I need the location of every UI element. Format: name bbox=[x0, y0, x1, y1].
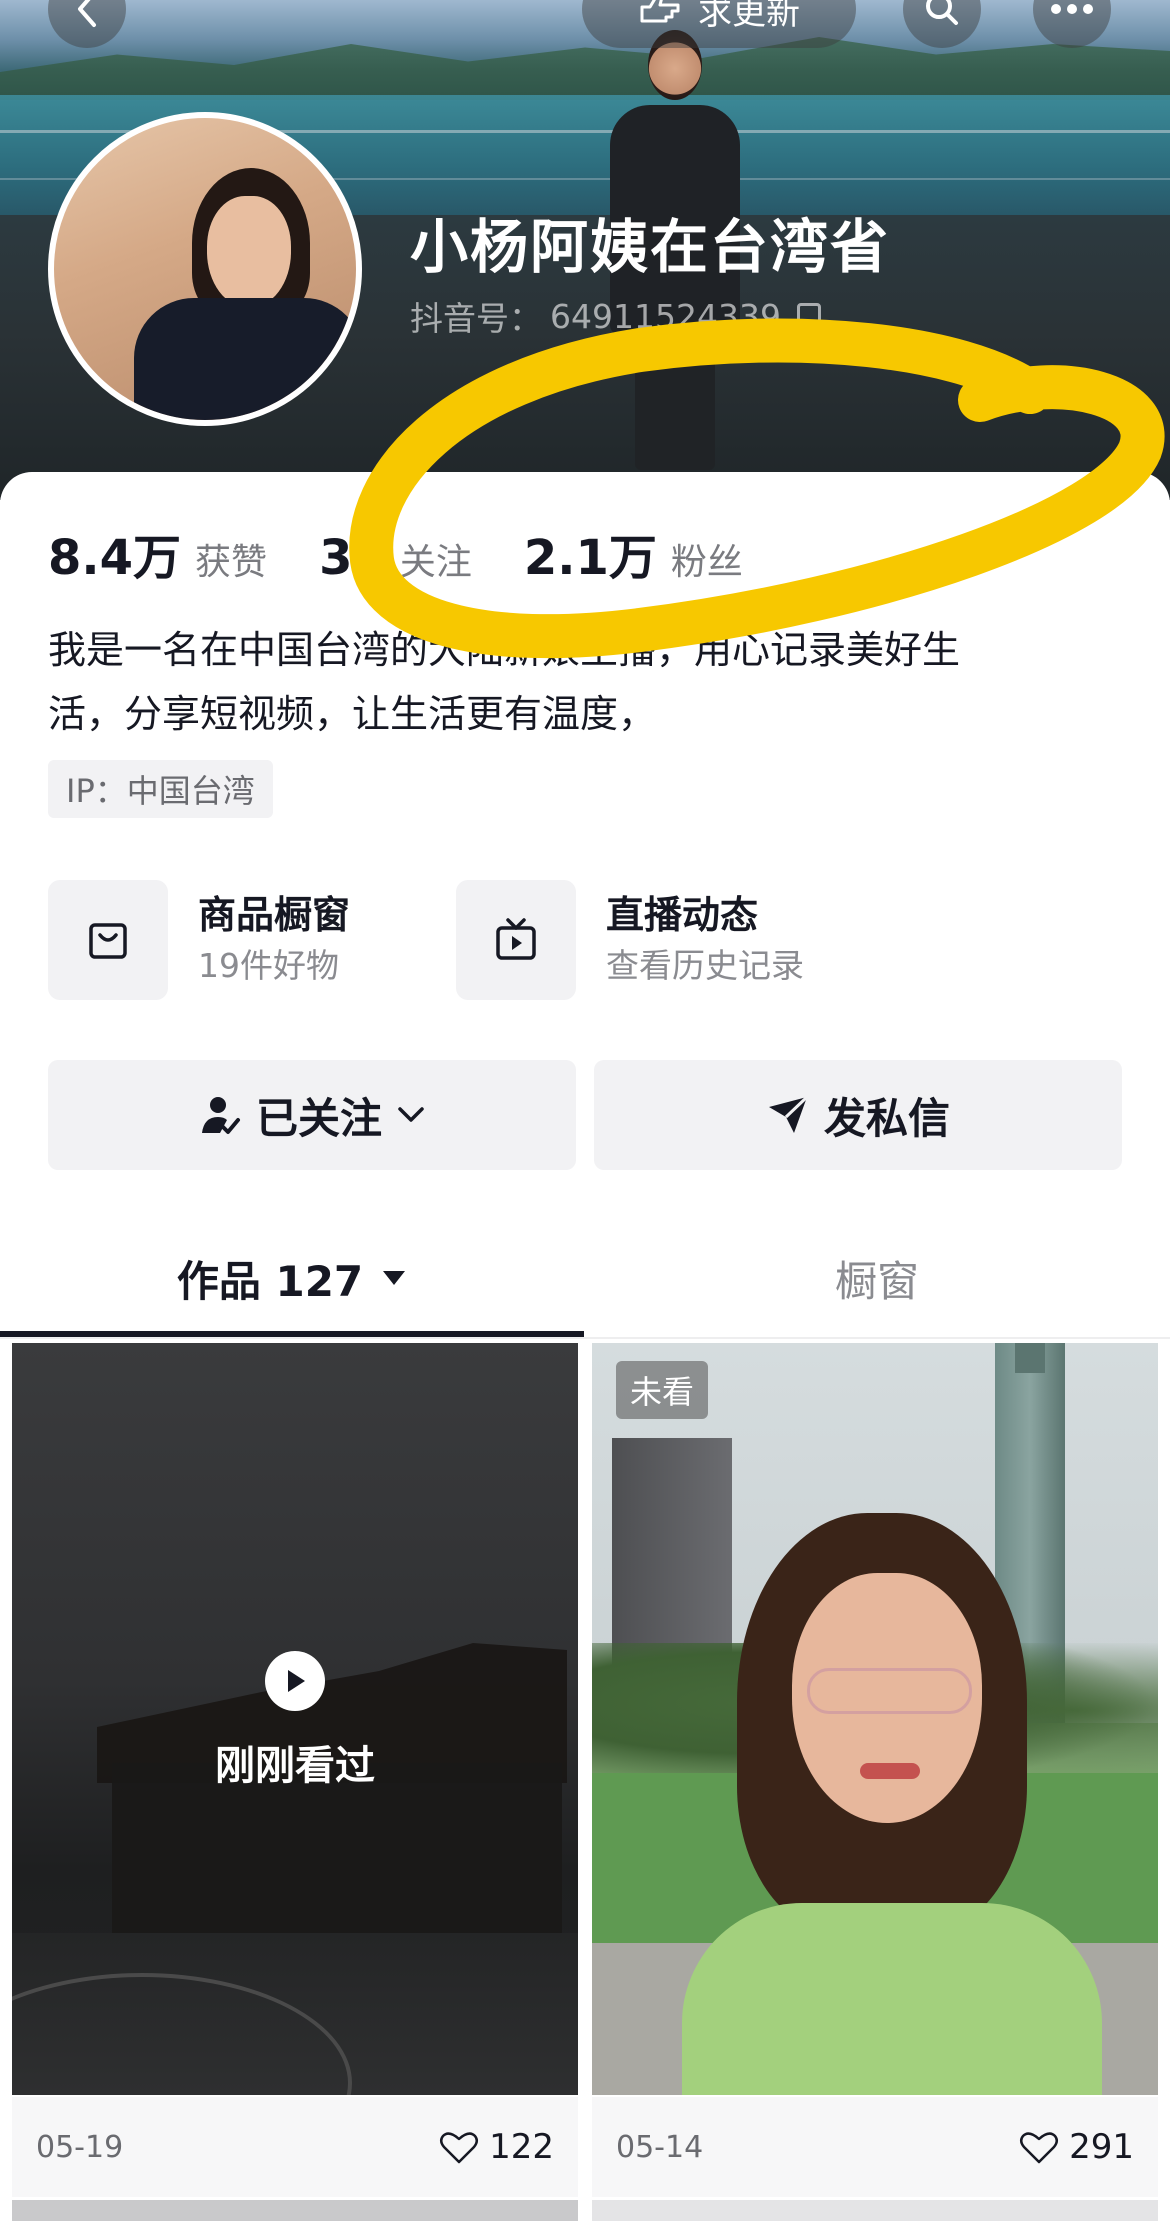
feature-product-window[interactable]: 商品橱窗 19件好物 bbox=[48, 880, 350, 1000]
tab-product-window[interactable]: 橱窗 bbox=[584, 1218, 1170, 1338]
heart-icon bbox=[440, 2132, 479, 2164]
send-message-label: 发私信 bbox=[823, 1093, 950, 1143]
bio-line-1: 我是一名在中国台湾的大陆新娘主播，用心记录美好生 bbox=[48, 628, 961, 672]
stats-row: 8.4万 获赞 35 关注 2.1万 粉丝 bbox=[48, 518, 795, 586]
search-button[interactable] bbox=[903, 0, 981, 48]
live-activity-subtitle: 查看历史记录 bbox=[606, 946, 804, 985]
next-video-card-peek bbox=[12, 2200, 578, 2221]
video-likes[interactable]: 122 bbox=[439, 2127, 554, 2167]
video-card[interactable]: 未看 bbox=[592, 1343, 1158, 2095]
avatar[interactable] bbox=[48, 112, 362, 426]
bio-line-2: 活，分享短视频，让生活更有温度， bbox=[48, 692, 657, 736]
stat-followers-label: 粉丝 bbox=[670, 542, 743, 583]
video-card[interactable]: 刚刚看过 bbox=[12, 1343, 578, 2095]
tab-works-label: 作品 127 bbox=[176, 1256, 364, 1306]
shop-icon-box bbox=[48, 880, 168, 1000]
search-icon bbox=[926, 0, 958, 25]
product-window-subtitle: 19件好物 bbox=[198, 946, 339, 985]
followed-label: 已关注 bbox=[255, 1093, 382, 1143]
stat-likes-value: 8.4万 bbox=[48, 530, 182, 586]
request-update-button[interactable]: 求更新 bbox=[582, 0, 856, 48]
chevron-down-icon bbox=[398, 1107, 424, 1122]
hand-point-icon bbox=[640, 0, 680, 23]
douyin-id-label: 抖音号： bbox=[410, 299, 542, 338]
video-meta: 05-19 122 bbox=[12, 2097, 578, 2197]
ip-location-tag: IP：中国台湾 bbox=[48, 760, 273, 818]
stat-likes[interactable]: 8.4万 获赞 bbox=[48, 518, 267, 588]
video-date: 05-19 bbox=[36, 2129, 124, 2165]
more-dots-icon bbox=[1051, 4, 1093, 14]
recently-watched-label: 刚刚看过 bbox=[215, 1743, 375, 1789]
unwatched-badge: 未看 bbox=[616, 1361, 709, 1419]
play-icon bbox=[265, 1651, 325, 1711]
video-thumb-glasses bbox=[807, 1668, 972, 1714]
douyin-id[interactable]: 抖音号： 64911524339 bbox=[410, 292, 821, 340]
profile-nickname: 小杨阿姨在台湾省 bbox=[410, 213, 891, 281]
shopping-bag-icon bbox=[89, 923, 127, 959]
banner-person-legs bbox=[635, 330, 715, 470]
chevron-left-icon bbox=[78, 0, 96, 27]
live-icon-box bbox=[456, 880, 576, 1000]
avatar-clothing bbox=[134, 298, 356, 420]
tab-works[interactable]: 作品 127 bbox=[0, 1218, 584, 1338]
paper-plane-icon bbox=[768, 1095, 809, 1133]
request-update-label: 求更新 bbox=[698, 0, 800, 33]
user-check-icon bbox=[201, 1097, 240, 1134]
video-thumb-shirt bbox=[682, 1903, 1102, 2095]
stat-following[interactable]: 35 关注 bbox=[319, 530, 472, 586]
stat-following-label: 关注 bbox=[399, 542, 472, 583]
video-meta: 05-14 291 bbox=[592, 2097, 1158, 2197]
douyin-id-value: 64911524339 bbox=[550, 296, 781, 336]
more-button[interactable] bbox=[1033, 0, 1111, 48]
video-likes-count: 122 bbox=[489, 2127, 554, 2167]
tab-divider bbox=[0, 1337, 1170, 1339]
stat-followers-value: 2.1万 bbox=[523, 530, 657, 586]
stat-likes-label: 获赞 bbox=[195, 542, 268, 583]
heart-icon bbox=[1020, 2132, 1059, 2164]
profile-bio: 我是一名在中国台湾的大陆新娘主播，用心记录美好生 活，分享短视频，让生活更有温度… bbox=[48, 618, 1122, 746]
video-thumb-lips bbox=[860, 1763, 920, 1779]
stat-followers[interactable]: 2.1万 粉丝 bbox=[524, 518, 743, 588]
content-tabs: 作品 127 橱窗 bbox=[0, 1218, 1170, 1338]
feature-live-activity[interactable]: 直播动态 查看历史记录 bbox=[456, 880, 804, 1000]
video-thumb-tower-top bbox=[1015, 1343, 1045, 1373]
next-video-card-peek bbox=[592, 2200, 1158, 2221]
back-button[interactable] bbox=[48, 0, 126, 48]
stat-following-value: 35 bbox=[319, 530, 386, 586]
tv-icon bbox=[496, 918, 536, 960]
avatar-face bbox=[207, 196, 291, 308]
video-likes-count: 291 bbox=[1069, 2127, 1134, 2167]
video-likes[interactable]: 291 bbox=[1019, 2127, 1134, 2167]
video-date: 05-14 bbox=[616, 2129, 704, 2165]
top-bar: 求更新 bbox=[0, 0, 1170, 50]
live-activity-title: 直播动态 bbox=[606, 893, 759, 937]
product-window-title: 商品橱窗 bbox=[198, 893, 351, 937]
send-message-button[interactable]: 发私信 bbox=[594, 1060, 1122, 1170]
caret-down-icon bbox=[383, 1271, 406, 1285]
copy-icon[interactable] bbox=[796, 303, 821, 329]
followed-button[interactable]: 已关注 bbox=[48, 1060, 576, 1170]
tab-window-label: 橱窗 bbox=[834, 1256, 919, 1306]
